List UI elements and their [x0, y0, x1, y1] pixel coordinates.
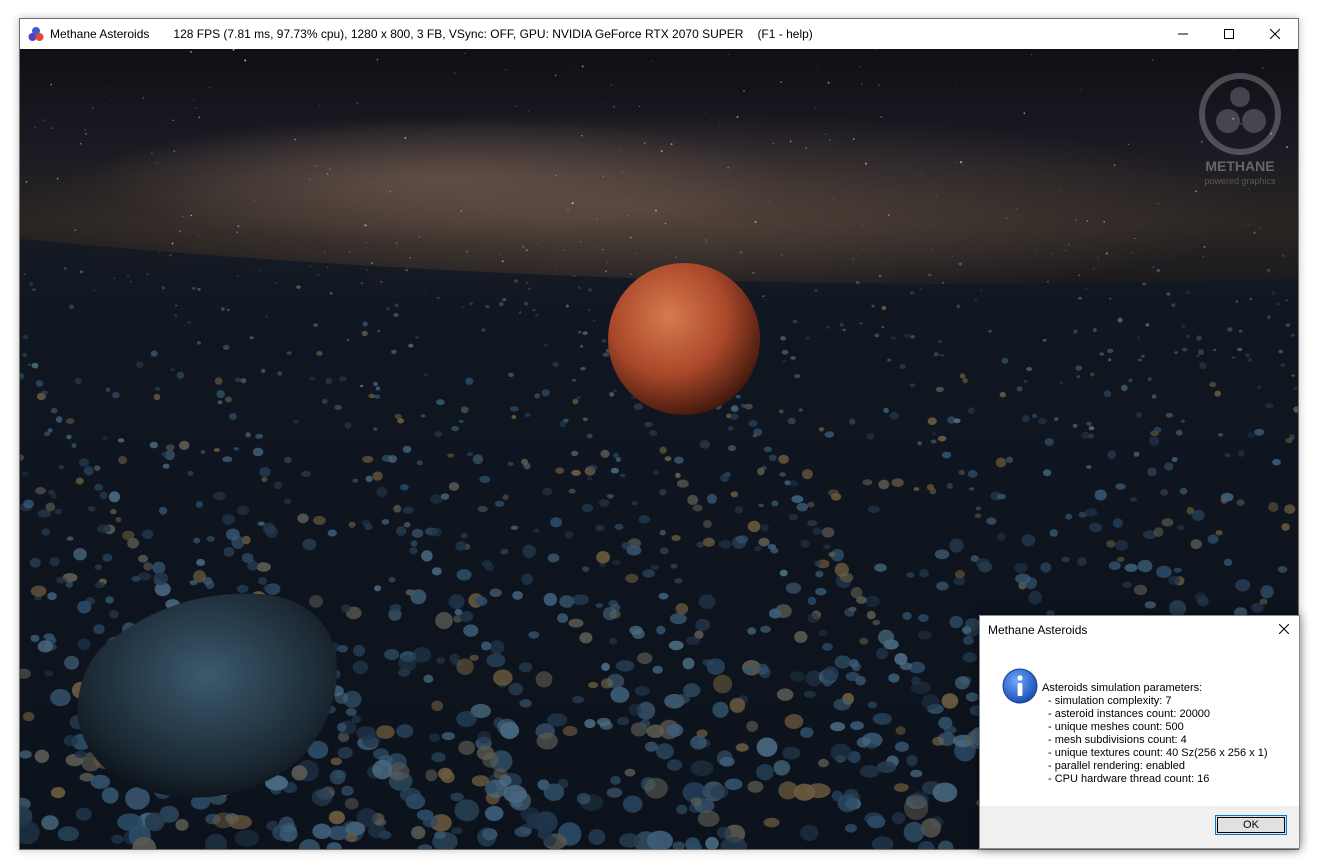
message-heading: Asteroids simulation parameters: [1042, 682, 1203, 694]
close-button[interactable] [1252, 19, 1298, 49]
methane-app-icon [28, 27, 44, 41]
window-controls [1160, 19, 1298, 49]
parameter-list: - simulation complexity: 7 - asteroid in… [1048, 695, 1268, 786]
list-item: - unique meshes count: 500 [1048, 721, 1184, 733]
help-hint: (F1 - help) [757, 27, 813, 41]
dialog-close-button[interactable] [1269, 616, 1299, 642]
minimize-icon [1178, 33, 1188, 35]
list-item: - mesh subdivisions count: 4 [1048, 734, 1187, 746]
dialog-body: Asteroids simulation parameters: - simul… [980, 646, 1299, 808]
ok-button[interactable]: OK [1215, 815, 1287, 835]
methane-logo: METHANE powered graphics [1199, 73, 1281, 186]
close-icon [1270, 29, 1280, 39]
fps-status: 128 FPS (7.81 ms, 97.73% cpu), 1280 x 80… [173, 27, 744, 41]
message-dialog: Methane Asteroids Asteroids simulation p… [979, 615, 1300, 849]
window-title: Methane Asteroids [50, 27, 150, 41]
logo-text: METHANE [1205, 158, 1274, 174]
list-item: - simulation complexity: 7 [1048, 695, 1172, 707]
logo-subtext: powered graphics [1204, 176, 1276, 186]
info-icon [1002, 668, 1038, 704]
planet [608, 263, 760, 415]
list-item: - unique textures count: 40 Sz(256 x 256… [1048, 747, 1268, 759]
title-bar[interactable]: Methane Asteroids 128 FPS (7.81 ms, 97.7… [20, 19, 1298, 49]
dialog-title: Methane Asteroids [988, 623, 1088, 637]
list-item: - asteroid instances count: 20000 [1048, 708, 1211, 720]
list-item: - parallel rendering: enabled [1048, 760, 1185, 772]
list-item: - CPU hardware thread count: 16 [1048, 773, 1210, 785]
maximize-button[interactable] [1206, 19, 1252, 49]
maximize-icon [1224, 29, 1234, 39]
minimize-button[interactable] [1160, 19, 1206, 49]
app-window: Methane Asteroids 128 FPS (7.81 ms, 97.7… [19, 18, 1300, 850]
dialog-footer: OK [980, 806, 1299, 848]
close-icon [1279, 624, 1289, 634]
